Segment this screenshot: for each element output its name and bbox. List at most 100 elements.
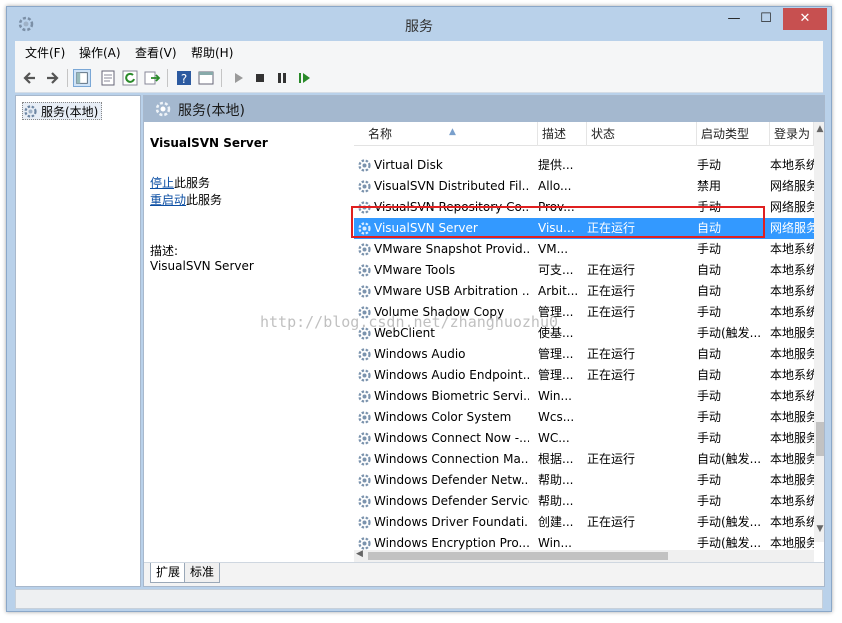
extended-description-panel: VisualSVN Server 停止此服务 重启动此服务 描述: Visual…: [144, 122, 354, 562]
export-icon[interactable]: [143, 69, 161, 87]
restart-service-icon[interactable]: [295, 69, 313, 87]
table-row[interactable]: Windows Defender Service 帮助... 手动 本地系统: [354, 491, 814, 512]
service-logon-as: 本地系统: [770, 284, 814, 298]
horizontal-scrollbar[interactable]: ◀: [354, 549, 814, 562]
service-logon-as: 网络服务: [770, 179, 814, 193]
title-bar[interactable]: 服务 — ☐ ✕: [7, 7, 831, 41]
table-row[interactable]: WebClient 使基... 手动(触发... 本地服务: [354, 323, 814, 344]
tab-extended[interactable]: 扩展: [150, 563, 187, 583]
tree-item-services-local[interactable]: 服务(本地): [22, 102, 103, 120]
service-status: [587, 323, 687, 344]
scroll-down-icon[interactable]: ▼: [814, 524, 824, 534]
service-description: 管理...: [538, 305, 574, 319]
help-icon[interactable]: ?: [175, 69, 193, 87]
service-name: WebClient: [374, 326, 435, 340]
column-startup-type[interactable]: 启动类型: [697, 122, 770, 146]
minimize-button[interactable]: —: [721, 8, 747, 30]
restart-service-suffix: 此服务: [186, 193, 223, 207]
service-name: VMware USB Arbitration ...: [374, 284, 529, 298]
stop-service-row: 停止此服务: [150, 174, 210, 191]
menu-file[interactable]: 文件(F): [25, 44, 65, 61]
start-service-icon[interactable]: [229, 69, 247, 87]
console-icon[interactable]: [197, 69, 215, 87]
gear-icon: [358, 159, 371, 172]
table-row[interactable]: Windows Defender Netw... 帮助... 手动 本地服务: [354, 470, 814, 491]
service-name: VMware Snapshot Provid...: [374, 242, 529, 256]
service-name: Volume Shadow Copy: [374, 305, 505, 319]
service-description: 管理...: [538, 368, 574, 382]
services-main-pane: 服务(本地) VisualSVN Server 停止此服务 重启动此服务 描述:…: [143, 95, 825, 587]
service-name: Windows Connection Ma...: [374, 452, 529, 466]
service-name: Windows Audio: [374, 347, 466, 361]
table-row[interactable]: Windows Connection Ma... 根据... 正在运行 自动(触发..…: [354, 449, 814, 470]
table-row[interactable]: VisualSVN Repository Co... Prov... 手动 网络服务: [354, 197, 814, 218]
show-tree-icon[interactable]: [73, 69, 91, 87]
stop-service-icon[interactable]: [251, 69, 269, 87]
service-status: [587, 197, 687, 218]
table-row[interactable]: Windows Driver Foundati... 创建... 正在运行 手动(触发…: [354, 512, 814, 533]
table-row[interactable]: VisualSVN Server Visu... 正在运行 自动 网络服务: [354, 218, 814, 239]
stop-service-link[interactable]: 停止: [150, 176, 174, 190]
properties-icon[interactable]: [99, 69, 117, 87]
service-startup-type: 手动: [697, 389, 722, 403]
table-row[interactable]: Volume Shadow Copy 管理... 正在运行 手动 本地系统: [354, 302, 814, 323]
gear-icon: [358, 306, 371, 319]
service-description: WC...: [538, 431, 570, 445]
menu-action[interactable]: 操作(A): [79, 44, 121, 61]
tab-standard[interactable]: 标准: [184, 563, 221, 583]
description-label: 描述:: [150, 244, 179, 258]
service-logon-as: 本地系统: [770, 368, 814, 382]
table-row[interactable]: Windows Connect Now -... WC... 手动 本地服务: [354, 428, 814, 449]
maximize-button[interactable]: ☐: [753, 8, 779, 30]
service-name: VMware Tools: [374, 263, 456, 277]
restart-service-link[interactable]: 重启动: [150, 193, 186, 207]
table-row[interactable]: Virtual Disk 提供... 手动 本地系统: [354, 155, 814, 176]
scroll-up-icon[interactable]: ▲: [814, 124, 824, 134]
service-description: 帮助...: [538, 494, 574, 508]
service-startup-type: 自动(触发...: [697, 452, 762, 466]
table-row[interactable]: VMware USB Arbitration ... Arbit... 正在运行 自动…: [354, 281, 814, 302]
table-row[interactable]: Windows Audio Endpoint... 管理... 正在运行 自动 本地系统: [354, 365, 814, 386]
service-status: [587, 491, 687, 512]
menu-bar: 文件(F) 操作(A) 查看(V) 帮助(H): [15, 41, 823, 63]
scroll-left-icon[interactable]: ◀: [356, 549, 363, 559]
service-name: Windows Defender Service: [374, 494, 529, 508]
service-status: 正在运行: [587, 263, 636, 277]
gear-icon: [155, 101, 171, 117]
refresh-icon[interactable]: [121, 69, 139, 87]
table-row[interactable]: Windows Biometric Servi... Win... 手动 本地系统: [354, 386, 814, 407]
service-description: Wcs...: [538, 410, 575, 424]
table-row[interactable]: VisualSVN Distributed Fil... Allo... 禁用 网络服…: [354, 176, 814, 197]
pause-service-icon[interactable]: [273, 69, 291, 87]
table-row[interactable]: Windows Color System Wcs... 手动 本地服务: [354, 407, 814, 428]
horizontal-scroll-thumb[interactable]: [368, 552, 668, 560]
close-button[interactable]: ✕: [783, 8, 827, 30]
column-logon-as[interactable]: 登录为: [770, 122, 814, 146]
back-icon[interactable]: [21, 69, 39, 87]
service-logon-as: 本地系统: [770, 305, 814, 319]
menu-help[interactable]: 帮助(H): [191, 44, 233, 61]
service-startup-type: 手动: [697, 494, 722, 508]
table-row[interactable]: VMware Snapshot Provid... VM... 手动 本地系统: [354, 239, 814, 260]
services-list: 名称 ▲ 描述 状态 启动类型 登录为 Virtual Disk 提供... 手动 本地…: [354, 122, 824, 562]
service-description: 帮助...: [538, 473, 574, 487]
service-description: 使基...: [538, 326, 574, 340]
table-row[interactable]: VMware Tools 可支... 正在运行 自动 本地系统: [354, 260, 814, 281]
gear-icon: [358, 432, 371, 445]
table-row[interactable]: Windows Audio 管理... 正在运行 自动 本地服务: [354, 344, 814, 365]
service-description: 可支...: [538, 263, 574, 277]
service-status: 正在运行: [587, 305, 636, 319]
status-bar: [15, 589, 823, 609]
menu-view[interactable]: 查看(V): [135, 44, 177, 61]
toolbar: ?: [15, 63, 823, 93]
column-description[interactable]: 描述: [538, 122, 587, 146]
service-description: Arbit...: [538, 284, 578, 298]
column-name[interactable]: 名称 ▲: [354, 122, 538, 146]
column-status[interactable]: 状态: [587, 122, 697, 146]
vertical-scroll-thumb[interactable]: [816, 422, 824, 456]
service-name: VisualSVN Repository Co...: [374, 200, 529, 214]
forward-icon[interactable]: [43, 69, 61, 87]
vertical-scrollbar[interactable]: ▲ ▼: [814, 122, 824, 542]
column-header: 名称 ▲ 描述 状态 启动类型 登录为: [354, 122, 814, 146]
service-status: 正在运行: [587, 347, 636, 361]
